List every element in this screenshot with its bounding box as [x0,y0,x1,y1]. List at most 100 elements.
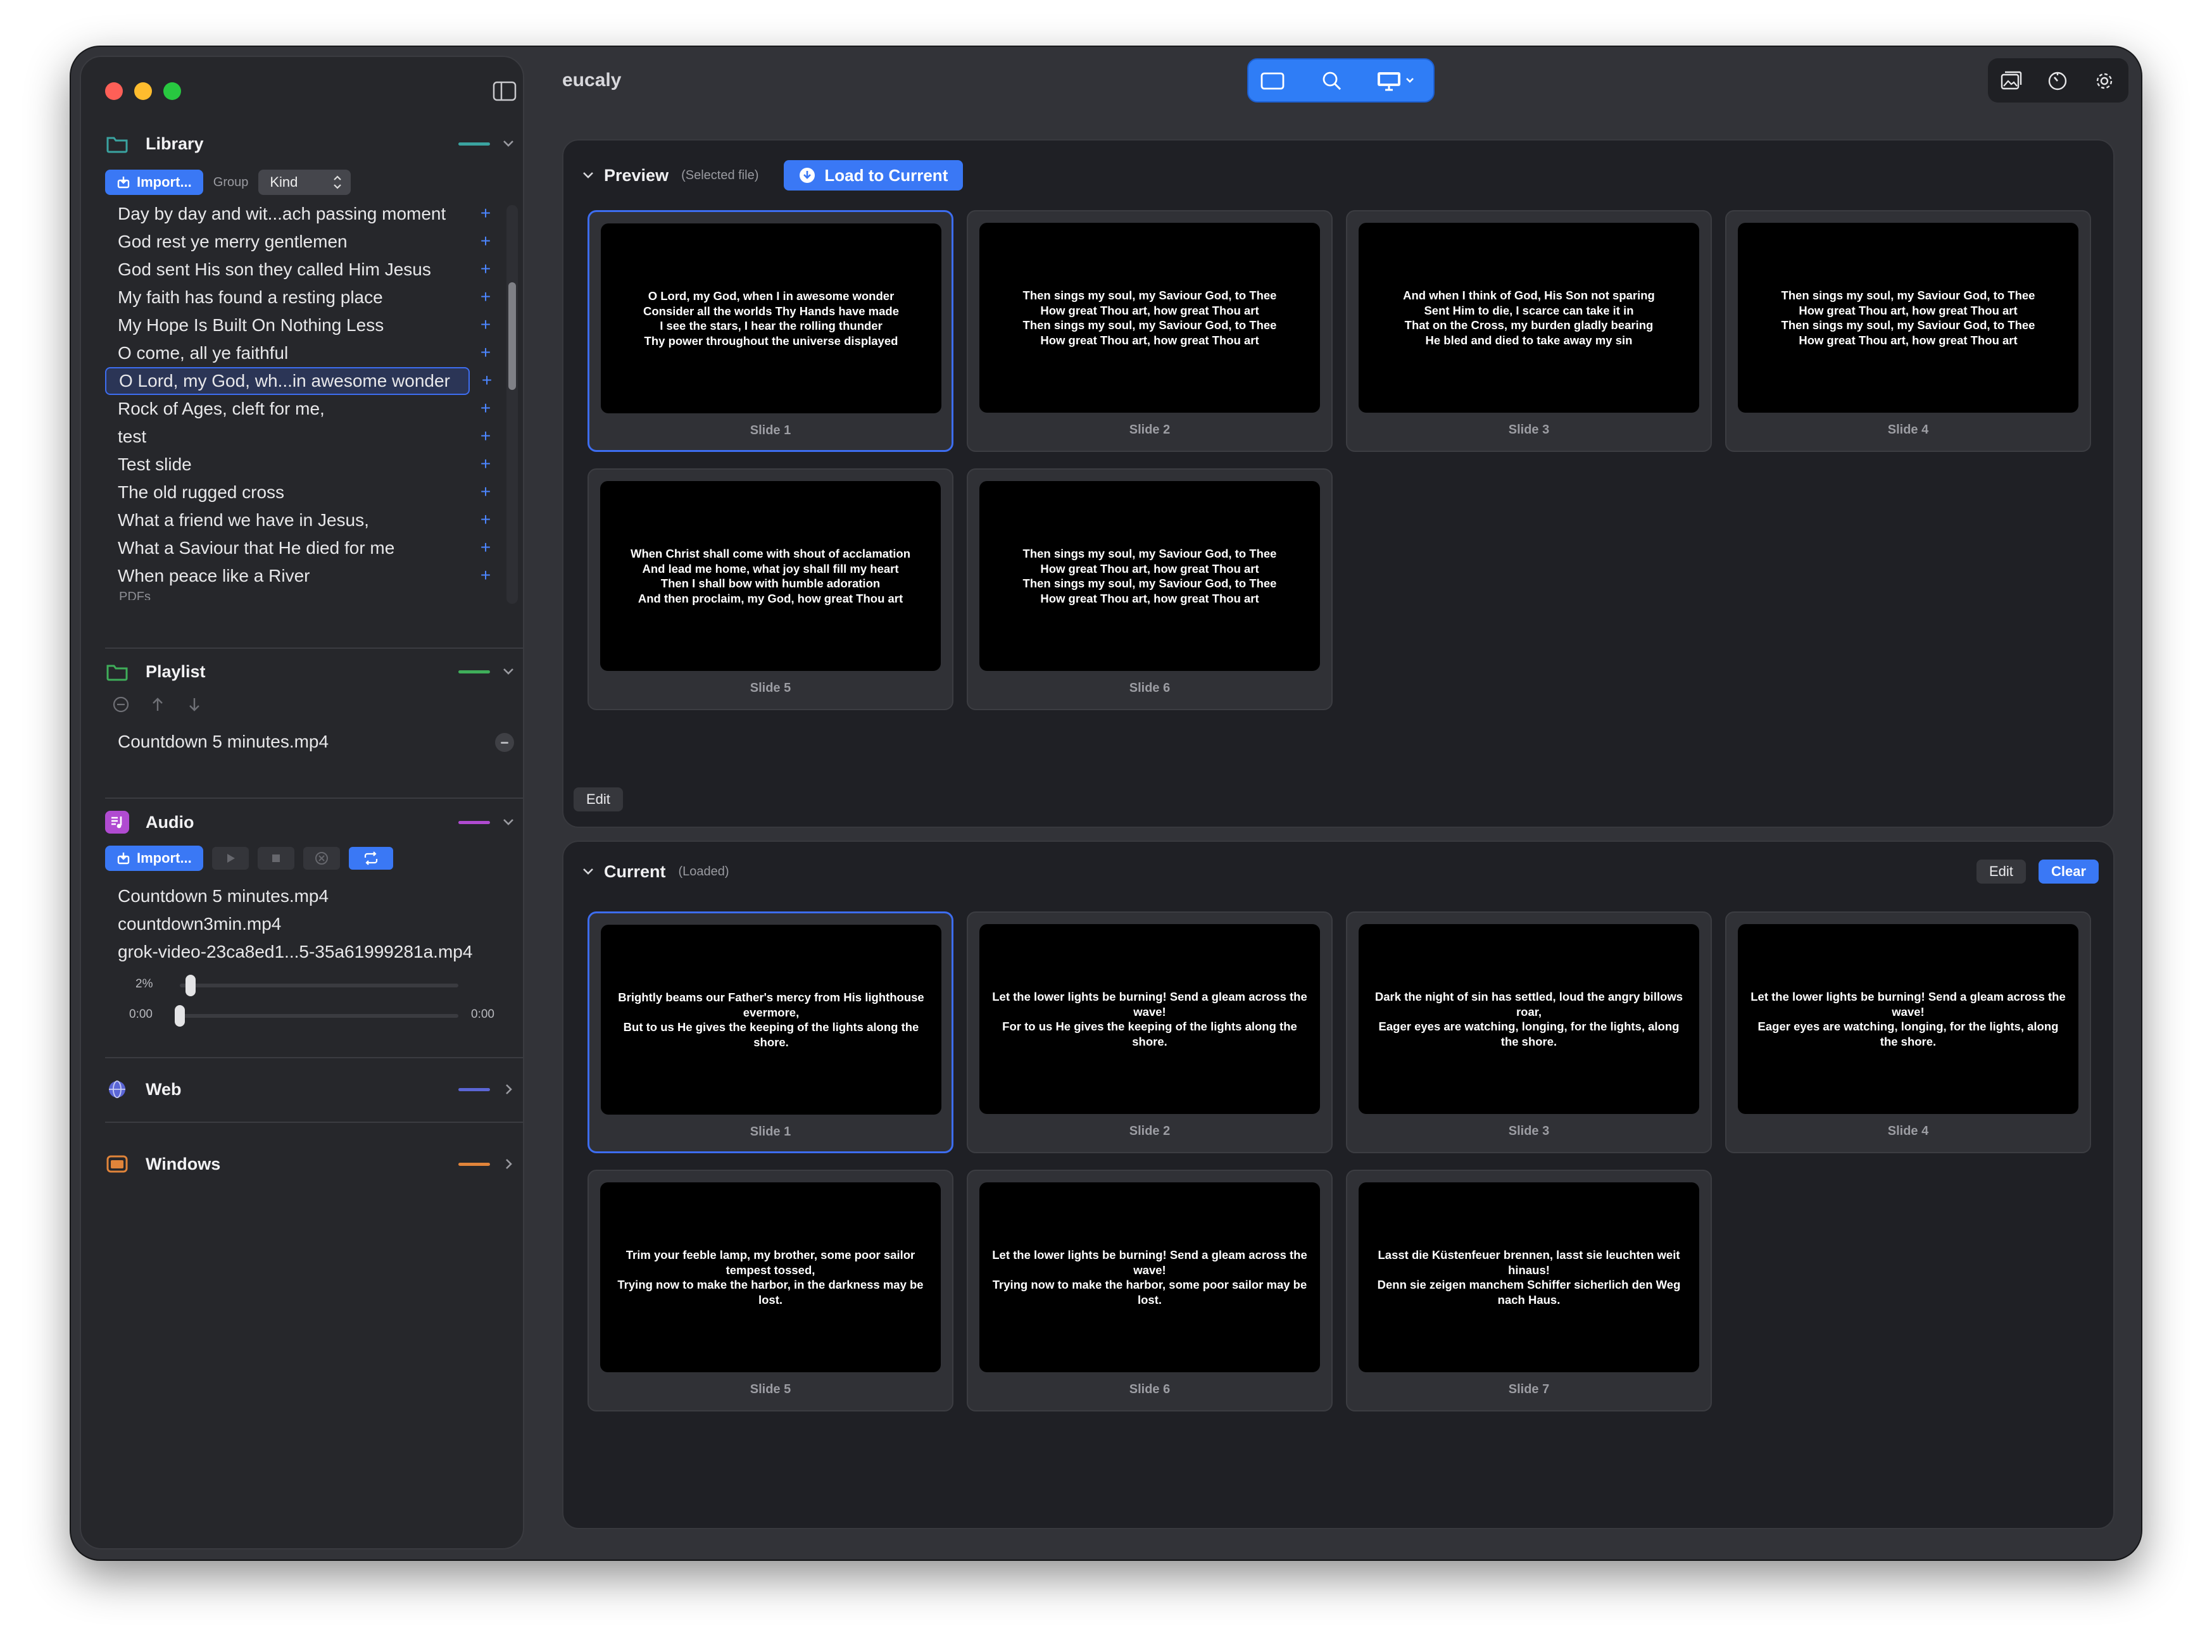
chevron-down-icon[interactable] [500,663,517,680]
plus-icon[interactable]: + [479,372,495,389]
plus-icon[interactable]: + [477,288,494,306]
slide-label: Slide 2 [1129,1124,1171,1138]
library-item[interactable]: Test slide + [105,451,491,479]
slide-thumbnail: Brightly beams our Father's mercy from H… [601,925,941,1115]
group-select[interactable]: Kind [258,170,351,195]
slide-card[interactable]: Let the lower lights be burning! Send a … [1725,911,2091,1153]
chevron-down-icon[interactable] [581,865,595,879]
library-item[interactable]: What a Saviour that He died for me + [105,534,491,562]
audio-file-item[interactable]: countdown3min.mp4 [105,910,523,938]
slide-card[interactable]: When Christ shall come with shout of acc… [588,468,953,710]
repeat-toggle[interactable] [348,847,393,870]
library-item[interactable]: The old rugged cross + [105,479,491,506]
library-item[interactable]: What a friend we have in Jesus, + [105,506,491,534]
slide-card[interactable]: Dark the night of sin has settled, loud … [1346,911,1712,1153]
slide-card[interactable]: Then sings my soul, my Saviour God, to T… [967,210,1333,452]
library-import-button[interactable]: Import... [105,170,203,195]
folder-icon [105,132,129,155]
arrow-up-icon[interactable] [148,695,167,714]
library-item[interactable]: My faith has found a resting place + [105,284,491,311]
library-item[interactable]: My Hope Is Built On Nothing Less + [105,311,491,339]
zoom-window-button[interactable] [163,82,181,100]
slide-card[interactable]: And when I think of God, His Son not spa… [1346,210,1712,452]
library-item[interactable]: Rock of Ages, cleft for me, + [105,395,491,423]
slide-card[interactable]: Brightly beams our Father's mercy from H… [588,911,953,1153]
time-start: 0:00 [129,1008,153,1021]
rectangle-icon[interactable] [1260,70,1285,92]
library-item[interactable]: Day by day and wit...ach passing moment + [105,200,491,228]
plus-icon[interactable]: + [477,455,494,473]
clear-button[interactable]: Clear [2039,860,2099,884]
load-to-current-button[interactable]: Load to Current [784,160,964,191]
plus-icon[interactable]: + [477,483,494,501]
progress-slider[interactable] [175,1005,458,1027]
slide-card[interactable]: Let the lower lights be burning! Send a … [967,1170,1333,1411]
slide-card[interactable]: Let the lower lights be burning! Send a … [967,911,1333,1153]
library-scroll-thumb[interactable] [508,282,516,390]
stop-button[interactable] [257,847,294,870]
close-window-button[interactable] [105,82,123,100]
plus-icon[interactable]: + [477,344,494,361]
minimize-window-button[interactable] [134,82,152,100]
library-item[interactable]: God rest ye merry gentlemen + [105,228,491,256]
plus-icon[interactable]: + [477,539,494,556]
slide-card[interactable]: Lasst die Küstenfeuer brennen, lasst sie… [1346,1170,1712,1411]
library-item[interactable]: O Lord, my God, wh...in awesome wonder + [105,367,492,395]
audio-file-item[interactable]: Countdown 5 minutes.mp4 [105,882,523,910]
playlist-header[interactable]: Playlist [105,656,523,687]
slide-thumbnail: Then sings my soul, my Saviour God, to T… [979,481,1320,671]
slide-card[interactable]: O Lord, my God, when I in awesome wonder… [588,210,953,452]
library-item-label: When peace like a River [118,566,310,585]
gear-icon[interactable] [2093,70,2116,92]
playlist-item[interactable]: Countdown 5 minutes.mp4 [105,728,523,756]
plus-icon[interactable]: + [477,399,494,417]
play-button[interactable] [211,847,249,870]
chevron-right-icon[interactable] [500,1156,517,1172]
plus-icon[interactable]: + [477,232,494,250]
arrow-down-icon[interactable] [185,695,204,714]
chevron-down-icon[interactable] [581,168,595,182]
progress-slider-thumb[interactable] [175,1005,185,1027]
pdfs-group-row[interactable]: PDFs [105,590,523,600]
library-item[interactable]: When peace like a River + [105,562,491,590]
app-window: Library Import... Group Kind Day by day … [71,47,2141,1560]
plus-icon[interactable]: + [477,260,494,278]
library-item-label: The old rugged cross [118,482,285,502]
slide-card[interactable]: Trim your feeble lamp, my brother, some … [588,1170,953,1411]
library-header[interactable]: Library [105,128,523,160]
pdfs-group-label: PDFs [119,590,151,600]
preview-edit-button[interactable]: Edit [574,787,623,811]
magnifier-icon[interactable] [1319,70,1345,92]
web-header[interactable]: Web [105,1073,523,1105]
plus-icon[interactable]: + [477,566,494,584]
audio-header[interactable]: Audio [105,806,523,838]
library-scrollbar[interactable] [506,205,518,604]
current-edit-button[interactable]: Edit [1976,860,2026,884]
plus-icon[interactable]: + [477,204,494,222]
slide-card[interactable]: Then sings my soul, my Saviour God, to T… [967,468,1333,710]
plus-icon[interactable]: + [477,427,494,445]
preview-header: Preview (Selected file) Load to Current [581,160,964,191]
library-item[interactable]: O come, all ye faithful + [105,339,491,367]
chevron-down-icon[interactable] [500,135,517,152]
minus-circle-icon[interactable] [495,733,514,752]
library-item[interactable]: test + [105,423,491,451]
minus-circle-icon[interactable] [111,695,130,714]
audio-import-button[interactable]: Import... [105,846,203,871]
display-icon[interactable] [1375,70,1419,92]
volume-slider[interactable] [180,975,458,996]
plus-icon[interactable]: + [477,511,494,529]
photos-icon[interactable] [1999,70,2022,92]
timer-icon[interactable] [2046,70,2069,92]
slide-card[interactable]: Then sings my soul, my Saviour God, to T… [1725,210,2091,452]
clear-audio-button[interactable] [303,847,340,870]
plus-icon[interactable]: + [477,316,494,334]
sidebar-icon[interactable] [493,81,517,101]
chevron-right-icon[interactable] [500,1081,517,1098]
slide-thumbnail: Let the lower lights be burning! Send a … [979,1182,1320,1372]
volume-slider-thumb[interactable] [185,975,196,996]
audio-file-item[interactable]: grok-video-23ca8ed1...5-35a61999281a.mp4 [105,938,523,966]
chevron-down-icon[interactable] [500,814,517,830]
library-item[interactable]: God sent His son they called Him Jesus + [105,256,491,284]
windows-header[interactable]: Windows [105,1148,523,1180]
